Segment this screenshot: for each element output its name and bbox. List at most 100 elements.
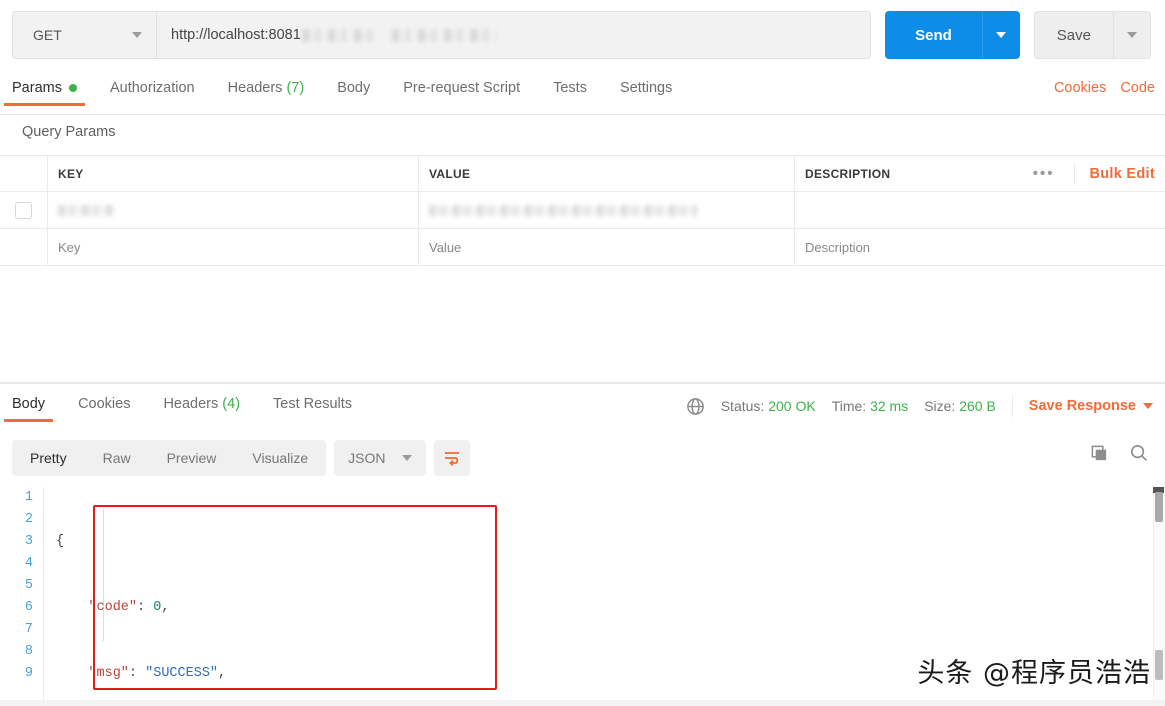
line-number: 6 [24,600,33,615]
header-cell-select [0,156,48,191]
row-checkbox-cell [0,192,48,228]
url-redacted-segment-1 [301,28,380,42]
status-group: Status: 200 OK [721,398,816,414]
format-tab-pretty[interactable]: Pretty [12,440,85,476]
save-button[interactable]: Save [1033,11,1113,59]
chevron-down-icon [1143,403,1153,409]
response-tab-headers-label: Headers [163,396,219,412]
content-type-value: JSON [348,450,386,466]
tab-authorization[interactable]: Authorization [110,76,195,106]
response-section-divider [0,382,1165,384]
save-response-button[interactable]: Save Response [1029,398,1153,414]
request-url-bar: GET http://localhost:8081 Send Save [0,0,1165,70]
placeholder-checkbox-cell [0,229,48,265]
line-number: 5 [24,578,33,593]
response-tab-test-results[interactable]: Test Results [273,392,352,422]
size-group: Size: 260 B [924,398,996,414]
line-number: 8 [24,644,33,659]
format-tab-preview[interactable]: Preview [149,440,235,476]
http-method-select[interactable]: GET [13,12,157,58]
query-params-header-row: KEY VALUE DESCRIPTION ••• Bulk Edit [0,155,1165,192]
content-type-select[interactable]: JSON [334,440,426,476]
save-options-button[interactable] [1113,11,1151,59]
request-tabs-divider [0,114,1165,115]
line-number: 3 [24,534,33,549]
word-wrap-button[interactable] [433,440,470,476]
response-scrollbar-thumb[interactable] [1155,492,1163,522]
search-icon[interactable] [1129,443,1149,463]
description-input[interactable]: Description [795,229,1165,265]
response-tab-body[interactable]: Body [3,392,54,422]
key-input[interactable]: Key [48,229,419,265]
word-wrap-icon [444,452,459,467]
bulk-edit-button[interactable]: Bulk Edit [1089,166,1155,182]
value-input[interactable]: Value [419,229,795,265]
tab-headers[interactable]: Headers (7) [228,76,305,106]
tab-settings[interactable]: Settings [620,76,672,106]
code-line-3: "msg": "SUCCESS", [88,666,227,681]
tab-body-label: Body [337,80,371,96]
url-input[interactable]: http://localhost:8081 [157,12,871,58]
more-options-icon[interactable]: ••• [1033,165,1061,182]
json-comma: , [161,600,170,615]
divider [1074,162,1076,185]
status-label: Status: [720,398,765,414]
json-comma: , [218,666,227,681]
tab-body[interactable]: Body [337,76,370,106]
cookies-link[interactable]: Cookies [1054,80,1106,96]
code-line-2: "code": 0, [88,600,170,615]
tab-params-label: Params [12,80,62,96]
row-key-redacted [58,204,114,216]
tab-headers-label: Headers [227,80,283,96]
header-cell-description: DESCRIPTION ••• Bulk Edit [795,156,1165,191]
chevron-down-icon [996,32,1007,38]
line-number: 2 [24,512,33,527]
save-response-label: Save Response [1028,398,1136,414]
header-description-label: DESCRIPTION [805,166,891,181]
response-tab-bar: Body Cookies Headers (4) Test Results [3,392,385,422]
header-actions: ••• Bulk Edit [1033,162,1155,185]
tab-pre-request-script[interactable]: Pre-request Script [403,76,520,106]
line-number: 7 [24,622,33,637]
row-key-cell[interactable] [48,192,419,228]
header-cell-key: KEY [48,156,419,191]
response-tab-body-label: Body [12,396,46,412]
url-redacted-segment-2 [391,28,497,42]
format-tab-visualize[interactable]: Visualize [234,440,326,476]
copy-icon[interactable] [1090,444,1109,463]
row-description-cell[interactable] [795,192,1165,228]
send-button[interactable]: Send [885,11,982,59]
response-tab-headers-count: (4) [222,396,241,412]
time-value: 32 ms [870,398,909,414]
json-key-code: "code" [88,600,138,615]
response-tab-cookies-label: Cookies [78,396,131,412]
response-format-bar: Pretty Raw Preview Visualize JSON [12,440,470,476]
response-scrollbar-thumb-secondary[interactable] [1155,650,1163,680]
response-right-icons [1090,443,1149,463]
tab-tests[interactable]: Tests [553,76,587,106]
chevron-down-icon [401,455,412,461]
response-tab-test-results-label: Test Results [273,396,353,412]
response-tab-headers[interactable]: Headers (4) [163,392,240,422]
tab-settings-label: Settings [619,80,673,96]
request-tab-bar: Params Authorization Headers (7) Body Pr… [0,76,1165,114]
line-number: 1 [24,490,33,505]
response-tab-cookies[interactable]: Cookies [78,392,130,422]
row-checkbox[interactable] [15,201,32,219]
bottom-status-bar [0,700,1165,706]
method-and-url-group: GET http://localhost:8081 [12,11,872,59]
table-placeholder-row[interactable]: Key Value Description [0,229,1165,266]
tab-pre-request-script-label: Pre-request Script [403,80,521,96]
tab-params[interactable]: Params [4,76,85,106]
code-link[interactable]: Code [1120,80,1155,96]
line-number: 9 [24,666,33,681]
header-cell-value: VALUE [419,156,795,191]
url-text: http://localhost:8081 [171,27,301,43]
tab-headers-count: (7) [286,80,305,96]
table-row[interactable] [0,192,1165,229]
json-key-msg: "msg" [88,666,129,681]
format-tab-raw[interactable]: Raw [85,440,149,476]
query-params-table: KEY VALUE DESCRIPTION ••• Bulk Edit Key … [0,155,1165,266]
send-options-button[interactable] [981,11,1020,59]
row-value-cell[interactable] [419,192,795,228]
